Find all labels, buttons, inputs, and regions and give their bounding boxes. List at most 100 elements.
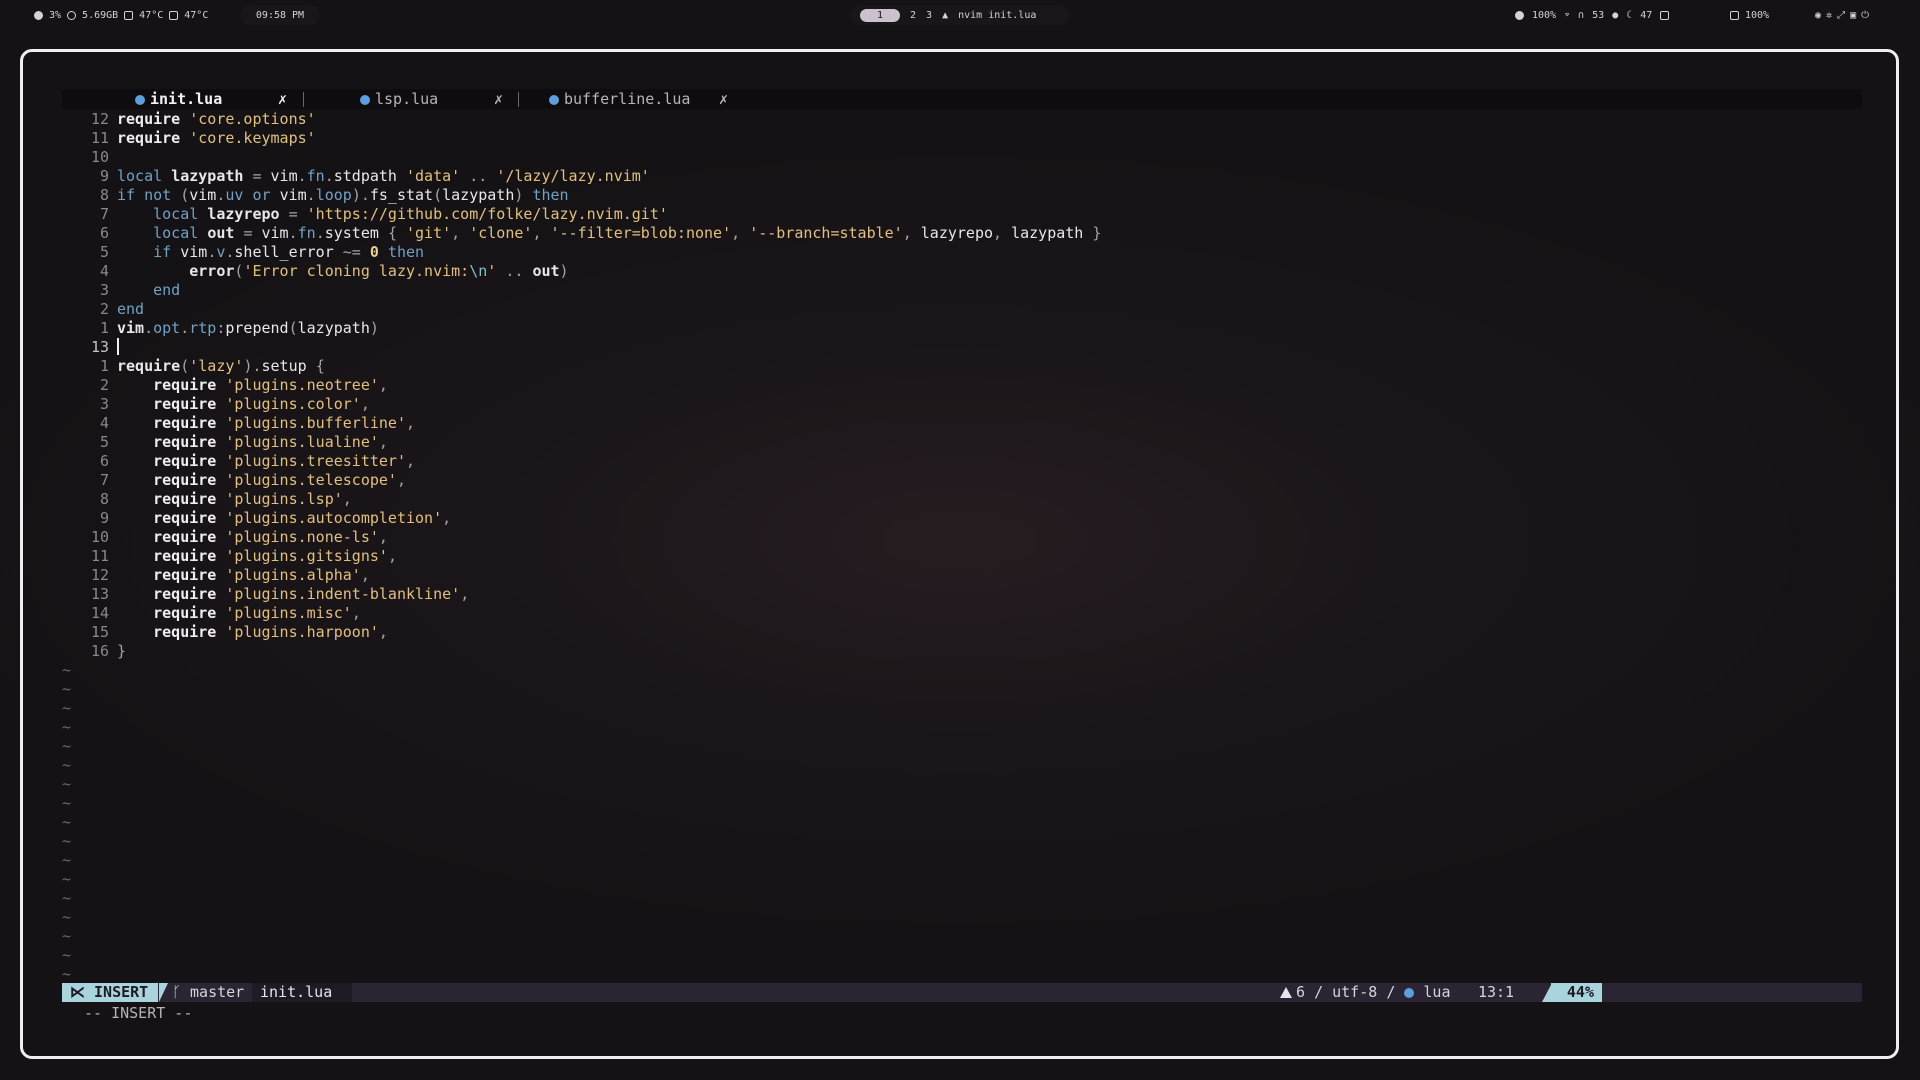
line-number: 13 [90,338,109,356]
code-line: 6 require 'plugins.treesitter', [23,452,1863,471]
code-line: 13 require 'plugins.indent-blankline', [23,585,1863,604]
workspace-3[interactable]: 3 [926,10,932,21]
clock[interactable]: 09:58 PM [241,5,319,25]
line-number: 8 [99,186,109,204]
code-line: 15 require 'plugins.harpoon', [23,623,1863,642]
memory-usage: 5.69GB [82,9,119,21]
empty-line-marker: ~ [62,756,72,774]
text-cursor [117,338,119,355]
close-icon[interactable]: ✗ [278,89,287,109]
terminal-window[interactable]: init.lua ✗ lsp.lua ✗ bufferline.lua ✗ 12… [20,49,1899,1059]
battery-icon [1730,10,1739,20]
file-info: 6 / utf-8 / lua [1280,983,1451,1002]
code-line: 16} [23,642,1863,661]
tab-init-lua[interactable]: init.lua ✗ [135,89,287,109]
line-number: 10 [90,528,109,546]
arch-icon: ▲ [942,9,949,21]
microphone-icon[interactable]: ● [1612,10,1618,21]
brightness-icon [1515,10,1524,20]
lualine-statusline: ⋉ INSERT ᚴ master init.lua 6 / utf-8 / l… [62,983,1862,1002]
close-icon[interactable]: ✗ [719,89,728,109]
line-number: 2 [99,376,109,394]
code-line: 4 require 'plugins.bufferline', [23,414,1863,433]
tray-icons: ◉ ✲ ⤢ ▣ ⏻ [1805,5,1879,25]
line-number: 1 [99,357,109,375]
line-number: 4 [99,414,109,432]
statusline-filename: init.lua [252,983,352,1002]
empty-line-marker: ~ [62,775,72,793]
cursor-position: 13:1 [1477,983,1515,1001]
mode-separator [159,983,168,1002]
code-line: 14 require 'plugins.misc', [23,604,1863,623]
code-line: 8 if not (vim.uv or vim.loop).fs_stat(laz… [23,186,1863,205]
workspace-2[interactable]: 2 [910,10,916,21]
warning-count: 6 [1296,983,1306,1001]
code-line: 11 require 'core.keymaps' [23,129,1863,148]
cpu-icon [34,10,43,20]
tab-separator [303,92,304,107]
mic-value: 47 [1640,9,1653,21]
empty-line-marker: ~ [62,718,72,736]
code-line: 7 require 'plugins.telescope', [23,471,1863,490]
clipboard-icon[interactable]: ▣ [1850,10,1856,21]
editor-buffer[interactable]: 12 require 'core.options' 11 require 'core… [23,110,1863,984]
tab-lsp-lua[interactable]: lsp.lua ✗ [360,89,503,109]
brightness-level: 100% [1532,9,1557,21]
empty-line-marker: ~ [62,832,72,850]
code-line: 3 require 'plugins.color', [23,395,1863,414]
code-line: 5 require 'plugins.lualine', [23,433,1863,452]
code-line: 5 if vim.v.shell_error ~= 0 then [23,243,1863,262]
file-encoding: utf-8 [1332,983,1378,1001]
line-number: 10 [90,148,109,166]
line-number: 3 [99,395,109,413]
line-number: 4 [99,262,109,280]
tab-bufferline-lua[interactable]: bufferline.lua ✗ [549,89,728,109]
lua-file-icon [360,95,370,105]
code-line: 2 end [23,300,1863,319]
memory-icon [67,10,77,20]
line-number: 8 [99,490,109,508]
line-number: 7 [99,205,109,223]
empty-line-marker: ~ [62,680,72,698]
status-indicators: 100% ⌔ ∩ 53 ● ☾ 47 [1505,5,1679,25]
vim-icon: ⋉ [70,983,95,1001]
moon-icon[interactable]: ☾ [1626,10,1632,21]
battery-indicator: 100% [1720,5,1779,25]
line-number: 5 [99,243,109,261]
code-line: 12 require 'core.options' [23,110,1863,129]
lua-file-icon [135,95,145,105]
lua-file-icon [1404,988,1415,998]
gpu-temperature: 47°C [184,9,209,21]
screenshot-icon[interactable]: ⤢ [1837,10,1845,21]
code-line: 12 require 'plugins.alpha', [23,566,1863,585]
mode-label: INSERT [94,983,149,1001]
settings-icon[interactable]: ✲ [1826,10,1832,21]
discord-icon[interactable]: ◉ [1815,10,1821,21]
empty-line-marker: ~ [62,870,72,888]
wifi-icon[interactable]: ⌔ [1564,10,1570,21]
close-icon[interactable]: ✗ [494,89,503,109]
cpu-temperature: 47°C [139,9,164,21]
empty-line-marker: ~ [62,927,72,945]
empty-line-marker: ~ [62,889,72,907]
line-number: 6 [99,452,109,470]
workspace-1[interactable]: 1 [860,8,900,22]
command-line[interactable]: -- INSERT -- [84,1004,192,1023]
line-number: 1 [99,319,109,337]
line-number: 12 [90,110,109,128]
power-icon[interactable]: ⏻ [1861,10,1869,21]
empty-line-marker: ~ [62,851,72,869]
line-number: 6 [99,224,109,242]
tab-label: lsp.lua [375,90,439,108]
code-line: 6 local out = vim.fn.system { 'git', 'cl… [23,224,1863,243]
keyboard-icon[interactable] [1660,10,1670,20]
file-type: lua [1423,983,1451,1001]
code-line: 1 vim.opt.rtp:prepend(lazypath) [23,319,1863,338]
git-branch-icon: ᚴ [172,983,191,1001]
active-window-title: nvim init.lua [958,9,1037,21]
line-number: 12 [90,566,109,584]
empty-line-marker: ~ [62,946,72,964]
branch-name: master [190,983,245,1001]
mode-indicator: ⋉ INSERT [62,983,159,1002]
headphones-icon[interactable]: ∩ [1578,10,1584,21]
